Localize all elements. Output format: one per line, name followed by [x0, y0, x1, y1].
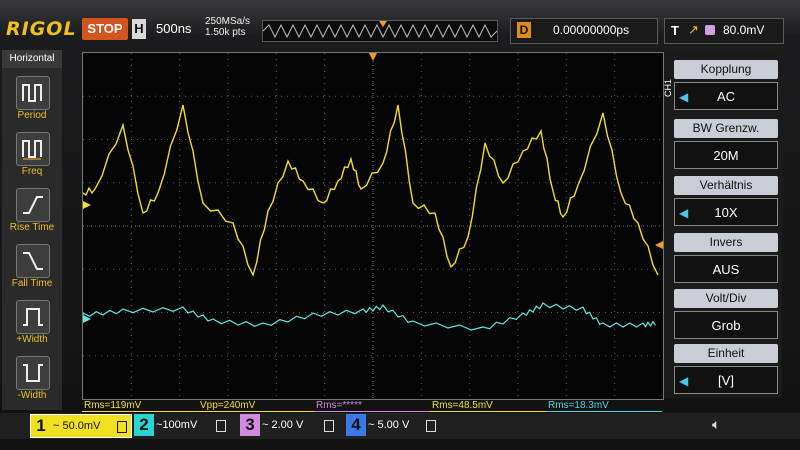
rise-time-icon: [16, 188, 50, 222]
invert-value[interactable]: AUS: [674, 255, 778, 283]
delay-value: 0.00000000ps: [553, 23, 630, 37]
measure-menu: Horizontal Period Freq Rise Time Fall Ti…: [2, 50, 62, 410]
speaker-icon[interactable]: 🔈︎: [712, 416, 730, 434]
measure-item-rise-time[interactable]: Rise Time: [2, 184, 62, 238]
select-arrow-icon: ◀: [679, 90, 689, 104]
channel-scale: ~ 5.00 V: [368, 419, 410, 431]
probe-icon: [216, 420, 226, 432]
channel-number: 2: [134, 414, 154, 436]
delay-key: D: [517, 22, 531, 38]
channel-1-indicator[interactable]: 1 ~ 50.0mV: [30, 414, 132, 438]
bandwidth-limit-value[interactable]: 20M: [674, 141, 778, 169]
memory-depth: 1.50k pts: [205, 27, 246, 38]
status-bar: RIGOL STOP H 500ns 250MSa/s 1.50k pts D …: [0, 16, 800, 50]
delay-readout[interactable]: D 0.00000000ps: [510, 18, 658, 44]
measurement-rms-ch1: Rms=119mV: [82, 400, 198, 412]
channel-tag: CH1: [663, 78, 673, 97]
channel-bar: 1 ~ 50.0mV 2 ~100mV 3 ~ 2.00 V 4 ~ 5.00 …: [0, 413, 800, 439]
negative-width-icon: [16, 356, 50, 390]
channel-menu: CH1 Kopplung ◀ AC BW Grenzw. 20M Verhältn…: [663, 52, 782, 398]
probe-icon: [324, 420, 334, 432]
sample-rate: 250MSa/s: [205, 16, 251, 27]
channel-scale: ~100mV: [156, 419, 198, 431]
measure-item-label: -Width: [17, 390, 47, 401]
measure-item-label: Fall Time: [11, 278, 53, 289]
channel-2-trace: [83, 302, 656, 331]
trigger-position-marker: [369, 53, 377, 61]
trigger-level-marker: [655, 241, 663, 249]
trigger-level: 80.0mV: [723, 23, 765, 37]
waveform-display[interactable]: [82, 52, 664, 400]
channel-1-offset-marker: [83, 201, 91, 209]
measurement-row: Rms=119mV Vpp=240mV Rms=***** Rms=48.5mV…: [82, 400, 662, 412]
measure-item-label: +Width: [16, 334, 48, 345]
rising-edge-icon: ↗: [688, 22, 699, 37]
run-stop-status[interactable]: STOP: [82, 18, 128, 40]
channel-scale: ~ 2.00 V: [262, 419, 304, 431]
channel-number: 4: [346, 414, 366, 436]
fall-time-icon: [16, 244, 50, 278]
select-arrow-icon: ◀: [679, 374, 689, 388]
trigger-type: T: [671, 23, 679, 38]
invert-key[interactable]: Invers: [674, 233, 778, 252]
unit-key[interactable]: Einheit: [674, 344, 778, 363]
channel-3-indicator[interactable]: 3 ~ 2.00 V: [240, 414, 342, 436]
trigger-status[interactable]: T ↗ 80.0mV: [664, 18, 784, 44]
select-arrow-icon: ◀: [679, 206, 689, 220]
measure-item-label: Freq: [21, 166, 43, 177]
volt-div-value[interactable]: Grob: [674, 311, 778, 339]
measure-menu-title: Horizontal: [2, 50, 62, 68]
measurement-vpp: Vpp=240mV: [198, 400, 314, 412]
channel-scale: ~ 50.0mV: [53, 420, 101, 432]
measure-item-freq[interactable]: Freq: [2, 128, 62, 182]
channel-2-indicator[interactable]: 2 ~100mV: [134, 414, 236, 436]
probe-ratio-value[interactable]: ◀ 10X: [674, 198, 778, 226]
trigger-source-icon: [705, 25, 715, 35]
measure-item-negative-width[interactable]: -Width: [2, 352, 62, 406]
probe-icon: [426, 420, 436, 432]
measure-item-fall-time[interactable]: Fall Time: [2, 240, 62, 294]
waveform-graticule: [83, 53, 663, 399]
measurement-rms-ch2: Rms=18.3mV: [546, 400, 662, 412]
unit-value[interactable]: ◀ [V]: [674, 366, 778, 394]
timebase-key: H: [132, 19, 146, 39]
measurement-rms-math: Rms=*****: [314, 400, 430, 412]
memory-waveform-icon: [263, 21, 497, 39]
period-icon: [16, 76, 50, 110]
channel-number: 3: [240, 414, 260, 436]
brand-logo: RIGOL: [6, 18, 77, 40]
measure-item-period[interactable]: Period: [2, 72, 62, 126]
coupling-key[interactable]: Kopplung: [674, 60, 778, 79]
bandwidth-limit-key[interactable]: BW Grenzw.: [674, 119, 778, 138]
measurement-rms-ch1-b: Rms=48.5mV: [430, 400, 546, 412]
volt-div-key[interactable]: Volt/Div: [674, 289, 778, 308]
measure-item-label: Period: [17, 110, 47, 121]
measure-item-positive-width[interactable]: +Width: [2, 296, 62, 350]
channel-4-indicator[interactable]: 4 ~ 5.00 V: [346, 414, 442, 436]
probe-icon: [117, 421, 127, 433]
positive-width-icon: [16, 300, 50, 334]
channel-number: 1: [36, 416, 46, 435]
channel-1-trace: [83, 104, 659, 277]
timebase-scale[interactable]: 500ns: [156, 21, 191, 36]
measure-item-label: Rise Time: [9, 222, 55, 233]
acquisition-info: 250MSa/s 1.50k pts: [205, 16, 250, 38]
probe-ratio-key[interactable]: Verhältnis: [674, 176, 778, 195]
frequency-icon: [16, 132, 50, 166]
coupling-value[interactable]: ◀ AC: [674, 82, 778, 110]
memory-overview: [262, 20, 498, 42]
